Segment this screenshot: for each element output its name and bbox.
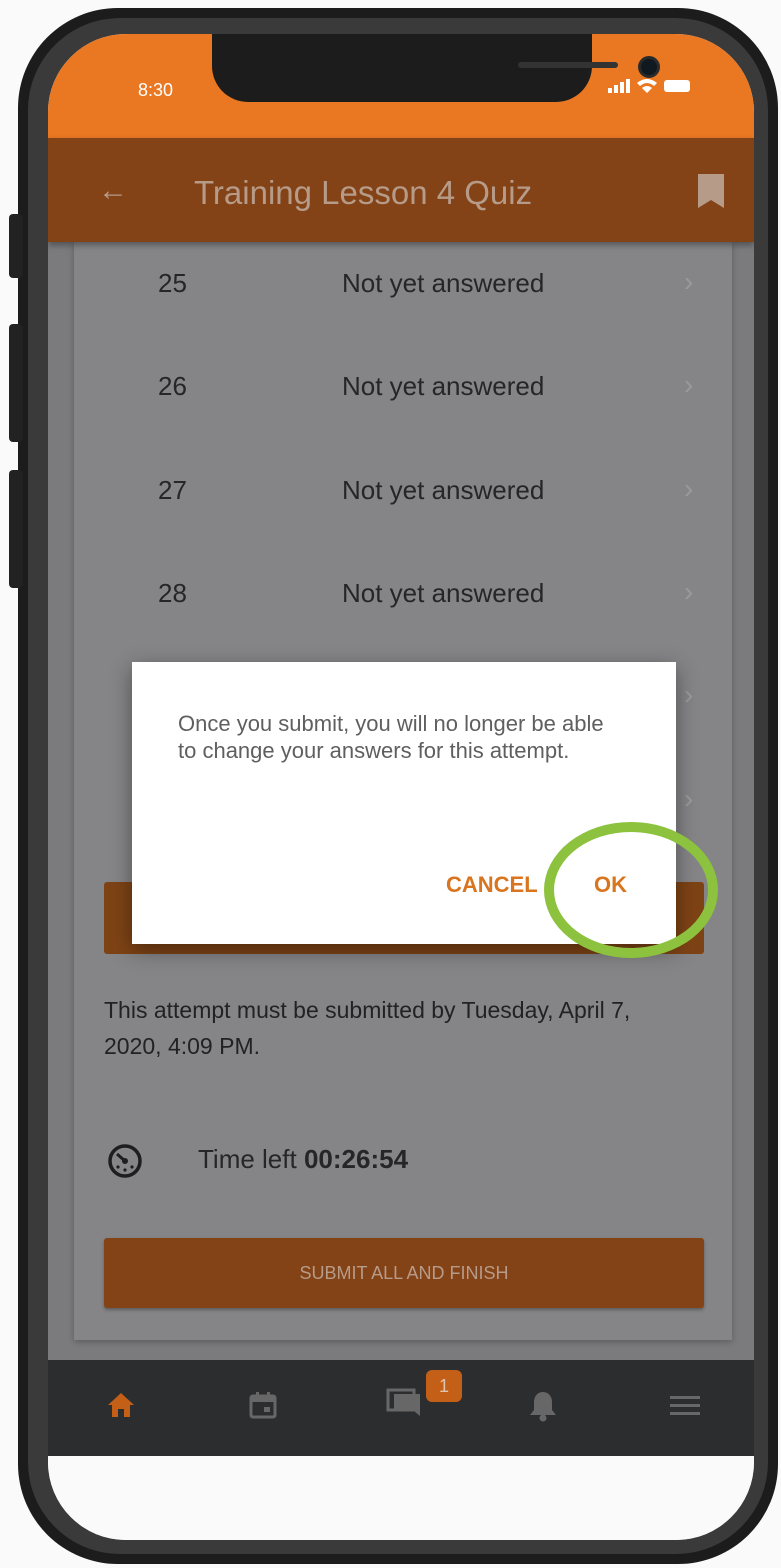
question-number: 25 bbox=[158, 268, 187, 298]
front-camera bbox=[638, 56, 660, 78]
question-row[interactable]: 25 Not yet answered › bbox=[74, 254, 732, 314]
question-number: 27 bbox=[158, 475, 187, 505]
messages-icon[interactable] bbox=[386, 1384, 424, 1420]
cancel-button[interactable]: CANCEL bbox=[446, 872, 538, 898]
question-row[interactable]: 28 Not yet answered › bbox=[74, 564, 732, 624]
notifications-icon[interactable] bbox=[528, 1390, 558, 1422]
home-indicator-area bbox=[48, 1456, 754, 1540]
question-status: Not yet answered bbox=[342, 268, 545, 298]
timer-icon bbox=[108, 1144, 142, 1178]
time-left-value: 00:26:54 bbox=[303, 1144, 409, 1174]
messages-badge: 1 bbox=[426, 1370, 462, 1402]
time-left: Time left 00:26:54 bbox=[198, 1144, 408, 1175]
status-bar: 8:30 bbox=[48, 34, 754, 138]
question-row[interactable]: 27 Not yet answered › bbox=[74, 461, 732, 521]
question-number: 26 bbox=[158, 371, 187, 401]
question-number: 28 bbox=[158, 578, 187, 608]
volume-up-button bbox=[9, 324, 23, 442]
home-icon[interactable] bbox=[106, 1390, 136, 1420]
bottom-nav bbox=[48, 1360, 754, 1456]
volume-down-button bbox=[9, 470, 23, 588]
app-bar: ← Training Lesson 4 Quiz bbox=[48, 138, 754, 242]
wifi-icon bbox=[637, 79, 657, 93]
menu-icon[interactable] bbox=[668, 1390, 702, 1420]
chevron-right-icon: › bbox=[684, 679, 694, 710]
question-row[interactable]: 26 Not yet answered › bbox=[74, 357, 732, 417]
chevron-right-icon: › bbox=[684, 369, 694, 400]
chevron-right-icon: › bbox=[684, 266, 694, 297]
phone-screen: 8:30 ← Training Lesson 4 Quiz 25 Not yet… bbox=[48, 34, 754, 1540]
chevron-right-icon: › bbox=[684, 473, 694, 504]
chevron-right-icon: › bbox=[684, 783, 694, 814]
battery-icon bbox=[664, 80, 690, 92]
mute-switch bbox=[9, 214, 23, 278]
question-status: Not yet answered bbox=[342, 371, 545, 401]
time-left-label: Time left bbox=[198, 1144, 297, 1174]
dialog-message: Once you submit, you will no longer be a… bbox=[178, 711, 604, 763]
submit-all-and-finish-button[interactable]: SUBMIT ALL AND FINISH bbox=[104, 1238, 704, 1308]
question-status: Not yet answered bbox=[342, 475, 545, 505]
chevron-right-icon: › bbox=[684, 576, 694, 607]
back-arrow-icon[interactable]: ← bbox=[98, 174, 128, 208]
status-time: 8:30 bbox=[138, 80, 174, 100]
attempt-deadline-text: This attempt must be submitted by Tuesda… bbox=[104, 997, 631, 1059]
bookmark-icon[interactable] bbox=[698, 174, 724, 208]
page-title: Training Lesson 4 Quiz bbox=[194, 174, 533, 211]
signal-icon bbox=[608, 79, 630, 93]
system-icons bbox=[608, 78, 690, 94]
calendar-icon[interactable] bbox=[248, 1390, 278, 1420]
speaker-grille bbox=[518, 62, 618, 68]
question-status: Not yet answered bbox=[342, 578, 545, 608]
ok-highlight-circle bbox=[544, 822, 718, 958]
notch bbox=[212, 34, 660, 102]
